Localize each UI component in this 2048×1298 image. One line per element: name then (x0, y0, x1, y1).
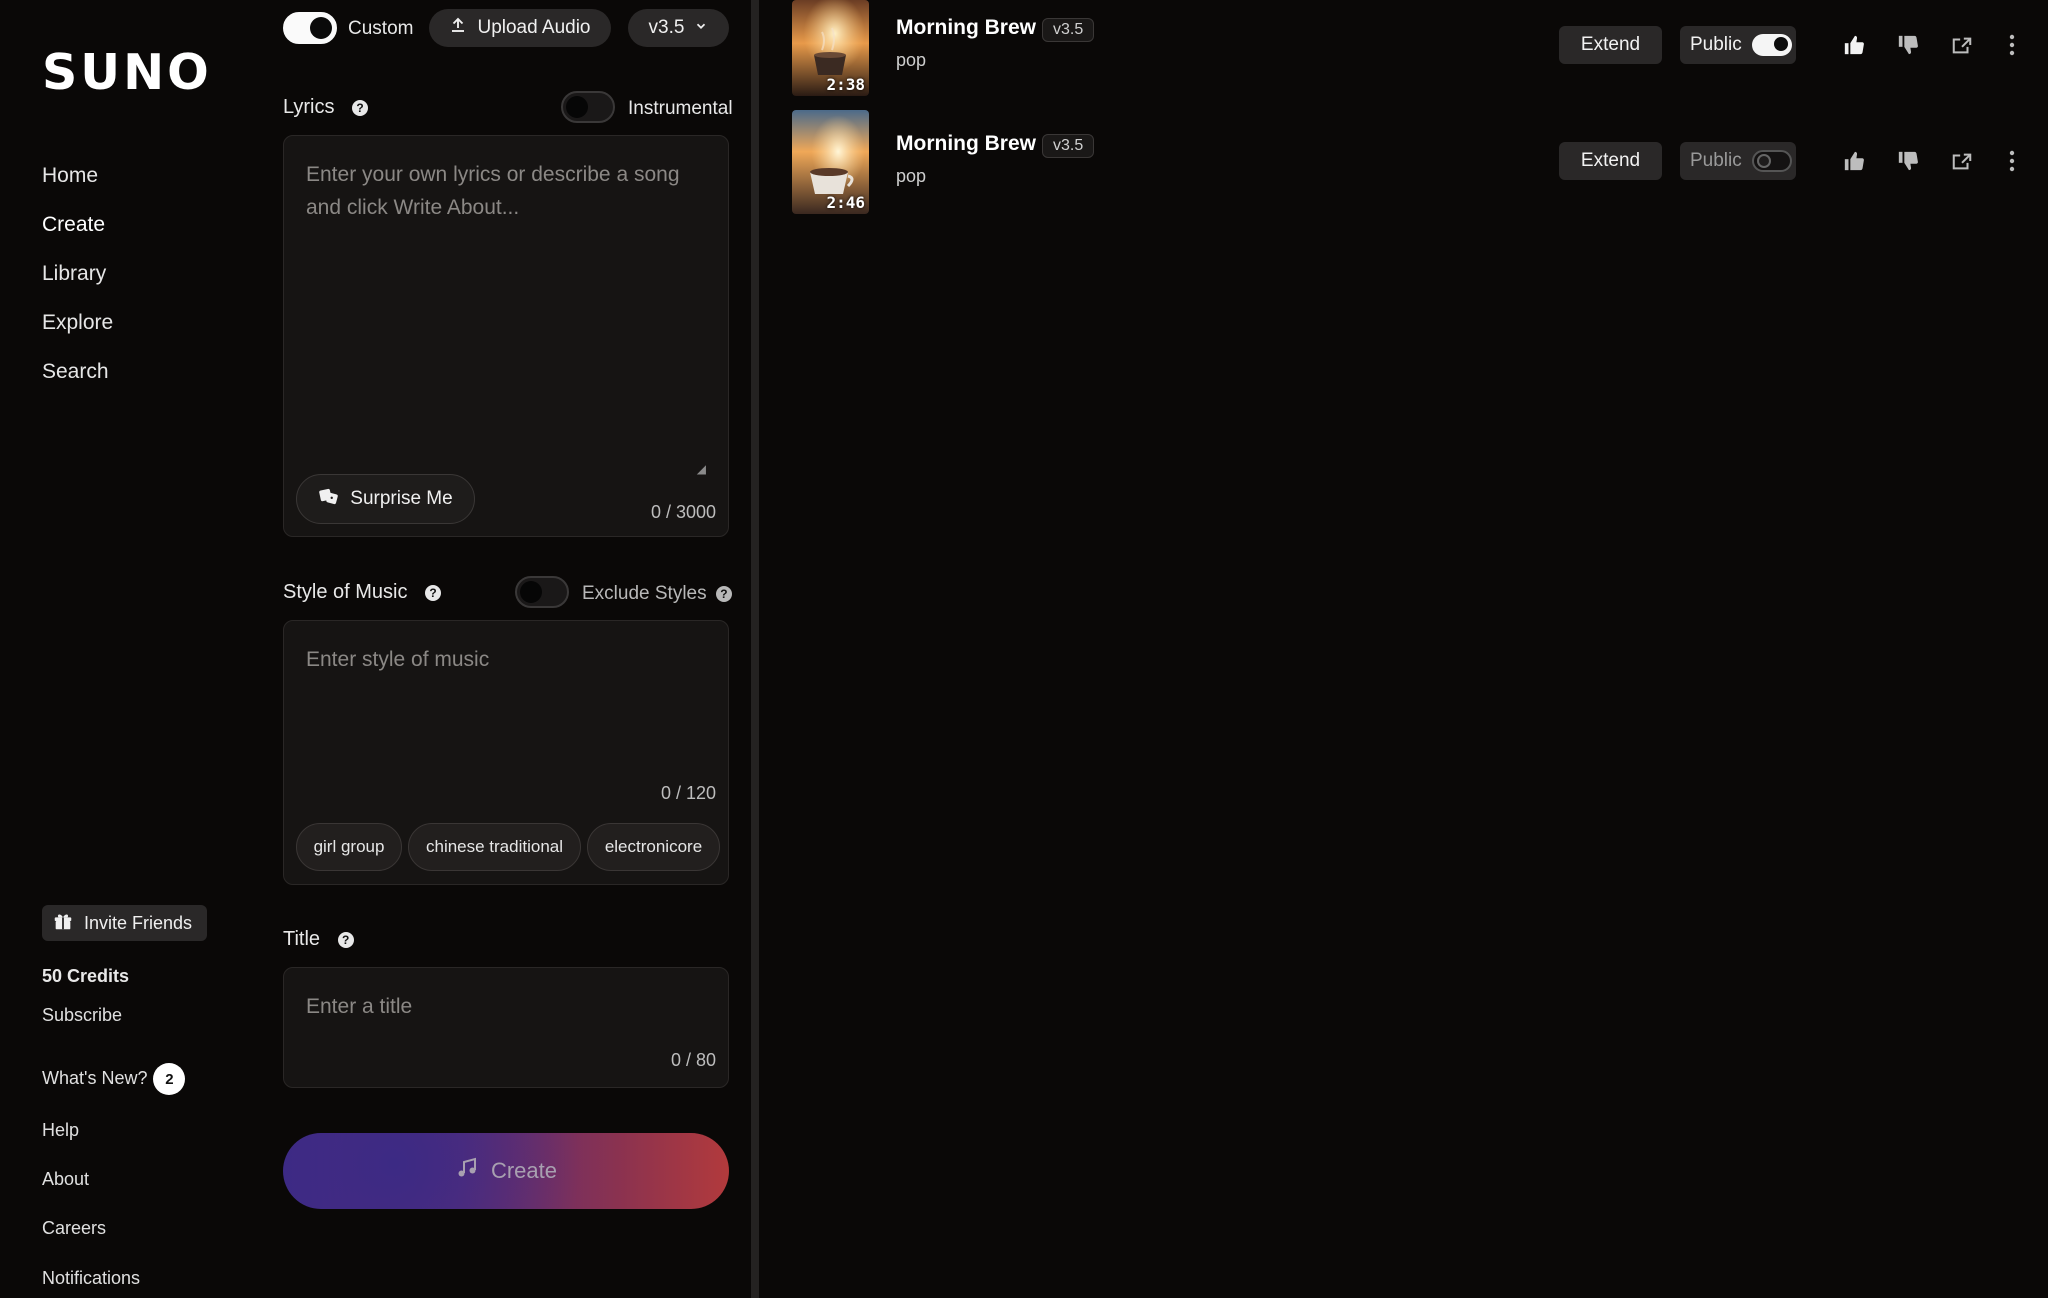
song-thumbnail[interactable]: 2:46 (792, 110, 869, 214)
suno-logo[interactable]: SUNO (42, 44, 212, 101)
thumbs-up-icon[interactable] (1840, 147, 1868, 175)
title-counter: 0 / 80 (670, 1050, 716, 1070)
style-tag[interactable]: electronicore (587, 823, 720, 871)
song-genre[interactable]: pop (896, 50, 926, 71)
nav-search[interactable]: Search (42, 360, 109, 384)
style-of-music-label: Style of Music (283, 581, 408, 603)
create-button[interactable]: Create (283, 1133, 729, 1209)
public-toggle[interactable] (1751, 150, 1792, 172)
song-title-group: Morning Brew v3.5 (896, 16, 1095, 42)
title-box: Enter a title 0 / 80 (283, 967, 729, 1088)
nav-create[interactable]: Create (42, 213, 105, 237)
song-thumbnail[interactable]: 2:38 (792, 0, 869, 96)
lyrics-input[interactable]: Enter your own lyrics or describe a song… (306, 158, 706, 224)
resize-handle-icon[interactable]: ◢ (697, 462, 706, 476)
instrumental-toggle[interactable] (561, 91, 615, 123)
notifications-link[interactable]: Notifications (42, 1268, 140, 1289)
custom-mode-toggle[interactable] (283, 12, 337, 44)
whats-new-link[interactable]: What's New? 2 (42, 1063, 186, 1095)
lyrics-counter: 0 / 3000 (650, 502, 716, 522)
exclude-styles-label: Exclude Styles (582, 583, 707, 604)
song-row[interactable]: 2:38 Morning Brew v3.5 pop Extend Public (792, 0, 2047, 100)
music-note-icon (455, 1156, 479, 1186)
public-toggle-box[interactable]: Public (1680, 142, 1796, 180)
thumbs-down-icon[interactable] (1894, 31, 1922, 59)
careers-link[interactable]: Careers (42, 1218, 106, 1239)
create-label: Create (490, 1158, 558, 1183)
lyrics-box: Enter your own lyrics or describe a song… (283, 135, 729, 537)
song-duration: 2:46 (826, 193, 865, 212)
title-label-group: Title ? (283, 928, 354, 951)
thumbs-down-icon[interactable] (1894, 147, 1922, 175)
whats-new-badge: 2 (153, 1063, 186, 1095)
share-icon[interactable] (1948, 31, 1976, 59)
dice-icon (318, 486, 340, 512)
whats-new-label: What's New? (42, 1067, 148, 1088)
upload-audio-label: Upload Audio (477, 17, 591, 38)
public-label: Public (1690, 34, 1742, 55)
public-toggle[interactable] (1751, 34, 1792, 56)
about-link[interactable]: About (42, 1169, 89, 1190)
song-genre[interactable]: pop (896, 166, 926, 187)
version-select[interactable]: v3.5 (628, 9, 729, 47)
nav-explore[interactable]: Explore (42, 311, 113, 335)
lyrics-help-icon[interactable]: ? (352, 99, 369, 116)
exclude-styles-label-group: Exclude Styles ? (582, 583, 732, 605)
song-duration: 2:38 (826, 75, 865, 94)
gift-icon (52, 910, 74, 937)
style-label-group: Style of Music ? (283, 581, 442, 604)
upload-audio-button[interactable]: Upload Audio (429, 9, 611, 47)
surprise-me-label: Surprise Me (350, 488, 453, 509)
help-link[interactable]: Help (42, 1120, 79, 1141)
song-title[interactable]: Morning Brew (896, 16, 1036, 39)
public-toggle-box[interactable]: Public (1680, 26, 1796, 64)
song-title-group: Morning Brew v3.5 (896, 132, 1095, 158)
exclude-help-icon[interactable]: ? (715, 585, 732, 602)
instrumental-label: Instrumental (628, 98, 733, 119)
title-help-icon[interactable]: ? (337, 931, 354, 948)
panel-divider[interactable] (751, 0, 759, 1298)
style-counter: 0 / 120 (660, 783, 716, 803)
public-label: Public (1690, 150, 1742, 171)
thumbs-up-icon[interactable] (1840, 31, 1868, 59)
song-version-badge: v3.5 (1042, 133, 1095, 158)
lyrics-label: Lyrics (283, 96, 335, 118)
invite-friends-label: Invite Friends (84, 912, 193, 933)
extend-button[interactable]: Extend (1559, 142, 1662, 180)
share-icon[interactable] (1948, 147, 1976, 175)
exclude-styles-toggle[interactable] (515, 576, 569, 608)
more-vertical-icon[interactable] (1998, 31, 2026, 59)
style-tag[interactable]: girl group (296, 823, 402, 871)
surprise-me-button[interactable]: Surprise Me (296, 474, 475, 524)
style-input[interactable]: Enter style of music (306, 643, 489, 676)
title-input[interactable]: Enter a title (306, 990, 412, 1023)
more-vertical-icon[interactable] (1998, 147, 2026, 175)
style-box: Enter style of music 0 / 120 girl group … (283, 620, 729, 885)
invite-friends-button[interactable]: Invite Friends (42, 905, 207, 941)
song-title[interactable]: Morning Brew (896, 132, 1036, 155)
song-row[interactable]: 2:46 Morning Brew v3.5 pop Extend Public (792, 110, 2047, 214)
credits-count: 50 Credits (42, 966, 130, 986)
song-version-badge: v3.5 (1042, 17, 1095, 42)
lyrics-label-group: Lyrics ? (283, 96, 369, 119)
style-help-icon[interactable]: ? (425, 584, 442, 601)
extend-button[interactable]: Extend (1559, 26, 1662, 64)
upload-icon (449, 16, 467, 40)
style-tag[interactable]: chinese traditional (408, 823, 581, 871)
nav-home[interactable]: Home (42, 164, 98, 188)
version-label: v3.5 (648, 17, 685, 38)
chevron-down-icon (694, 17, 708, 39)
custom-mode-label: Custom (348, 18, 414, 39)
title-label: Title (283, 928, 321, 950)
subscribe-link[interactable]: Subscribe (42, 1005, 122, 1026)
nav-library[interactable]: Library (42, 262, 106, 286)
